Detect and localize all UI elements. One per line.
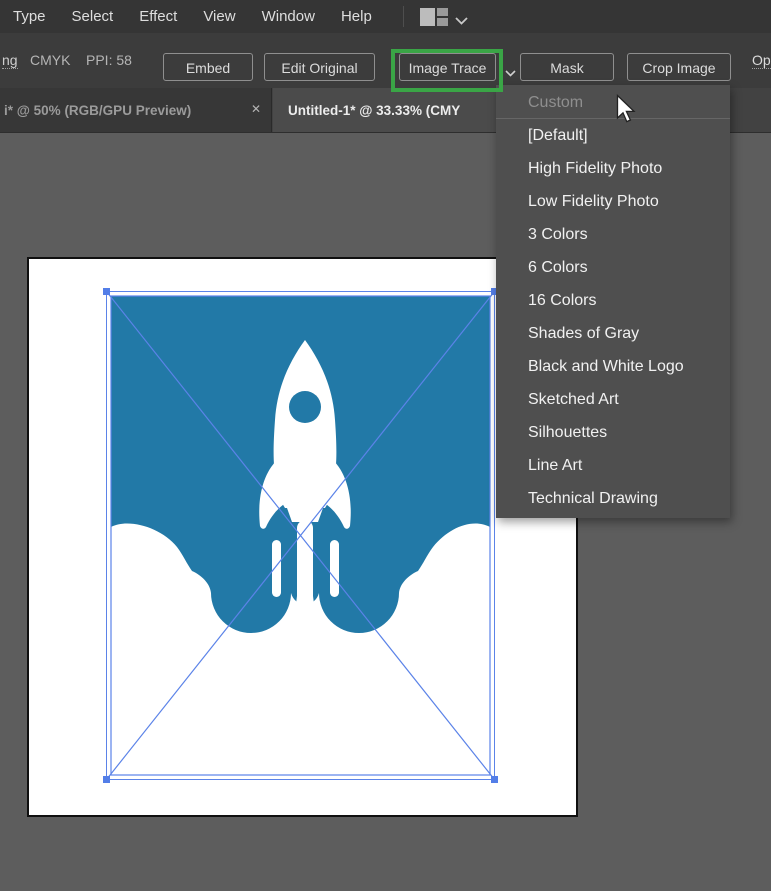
crop-image-button[interactable]: Crop Image [627, 53, 731, 81]
ppi-label: PPI: 58 [86, 33, 132, 88]
menu-item[interactable]: Type [0, 8, 59, 25]
image-trace-button[interactable]: Image Trace [399, 53, 496, 81]
corner-handle-bottom-right[interactable] [491, 776, 498, 783]
menu-item[interactable]: Black and White Logo [496, 350, 730, 383]
workspace-pane-left [420, 8, 435, 26]
menu-item[interactable]: Low Fidelity Photo [496, 185, 730, 218]
menu-item-custom-disabled: Custom [496, 89, 730, 117]
opacity-link[interactable]: Op [752, 52, 771, 69]
document-tab-active[interactable]: Untitled-1* @ 33.33% (CMY [273, 88, 520, 132]
menu-item[interactable]: View [190, 8, 248, 25]
control-bar: ng CMYK PPI: 58 Embed Edit Original Imag… [0, 33, 771, 88]
corner-handle-bottom-left[interactable] [103, 776, 110, 783]
tab-title: i* @ 50% (RGB/GPU Preview) [0, 103, 191, 118]
menu-item[interactable]: 3 Colors [496, 218, 730, 251]
document-tab-inactive[interactable]: i* @ 50% (RGB/GPU Preview) ✕ [0, 88, 272, 132]
menu-bar: Type Select Effect View Window Help [0, 0, 771, 33]
menu-item[interactable]: High Fidelity Photo [496, 152, 730, 185]
menu-item[interactable]: Effect [126, 8, 190, 25]
edit-original-button[interactable]: Edit Original [264, 53, 375, 81]
menu-item[interactable]: Silhouettes [496, 416, 730, 449]
menu-item[interactable]: Select [59, 8, 127, 25]
selection-overlay [103, 288, 499, 784]
menu-item[interactable]: 6 Colors [496, 251, 730, 284]
menu-item[interactable]: Line Art [496, 449, 730, 482]
embed-button[interactable]: Embed [163, 53, 253, 81]
trailing-link-label[interactable]: ng [2, 52, 18, 69]
menu-item-list: [Default] High Fidelity Photo Low Fideli… [496, 119, 730, 515]
image-trace-preset-menu: Custom [Default] High Fidelity Photo Low… [496, 85, 730, 518]
menu-item[interactable]: Window [249, 8, 328, 25]
menu-item[interactable]: [Default] [496, 119, 730, 152]
workspace-pane-top-right [437, 8, 448, 16]
close-icon[interactable]: ✕ [251, 102, 261, 116]
image-trace-presets-chevron-icon[interactable] [505, 64, 516, 82]
workspace-pane-bottom-right [437, 18, 448, 26]
tab-title: Untitled-1* @ 33.33% (CMY [273, 103, 460, 118]
mask-button[interactable]: Mask [520, 53, 614, 81]
menu-item[interactable]: Sketched Art [496, 383, 730, 416]
menu-item[interactable]: 16 Colors [496, 284, 730, 317]
workspace-switcher-icon[interactable] [420, 8, 448, 26]
menubar-divider [403, 6, 404, 27]
color-mode-label: CMYK [30, 33, 70, 88]
corner-handle-top-left[interactable] [103, 288, 110, 295]
menu-item[interactable]: Technical Drawing [496, 482, 730, 515]
menu-item[interactable]: Shades of Gray [496, 317, 730, 350]
chevron-down-icon[interactable] [455, 12, 468, 30]
menu-item[interactable]: Help [328, 8, 385, 25]
menu-items: Type Select Effect View Window Help [0, 0, 385, 33]
